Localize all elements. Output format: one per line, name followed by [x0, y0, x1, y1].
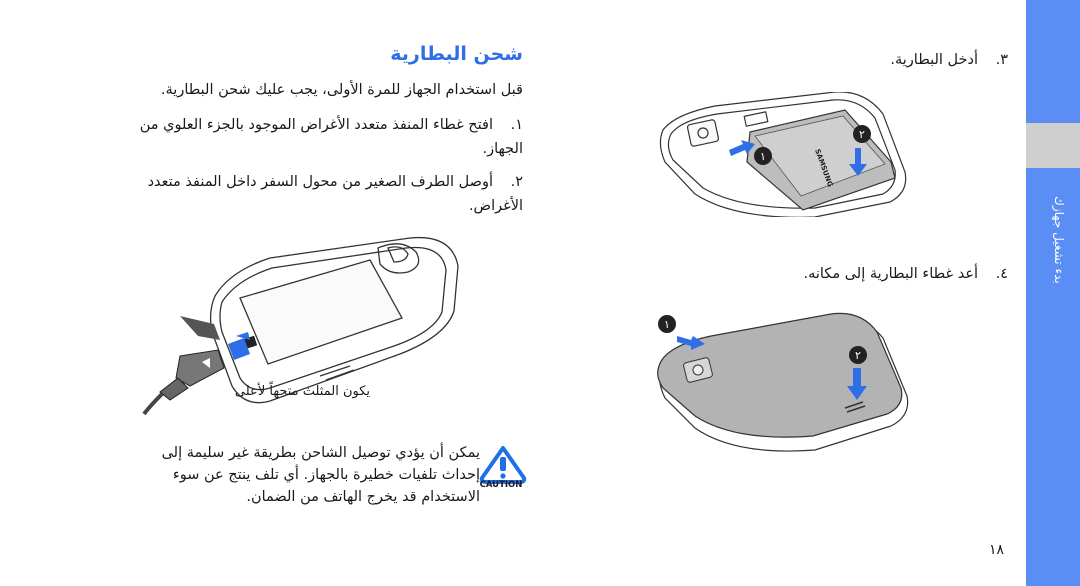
charger-cable: [142, 392, 164, 416]
page-number: ١٨: [988, 542, 1004, 558]
step-1: ١.افتح غطاء المنفذ متعدد الأغراض الموجود…: [110, 113, 523, 161]
battery-cover-illustration: ١ ٢: [657, 312, 909, 452]
caution-text: يمكن أن يؤدي توصيل الشاحن بطريقة غير سلي…: [161, 445, 480, 505]
svg-text:٢: ٢: [859, 128, 865, 141]
step-text: أعد غطاء البطارية إلى مكانه.: [803, 266, 978, 282]
charger-plug: [175, 349, 225, 387]
svg-text:١: ١: [760, 150, 766, 163]
step-3: ٣. أدخل البطارية.: [650, 48, 1008, 72]
charger-caption: يكون المثلث متجهاً لأعلى: [234, 384, 370, 399]
step-text: أوصل الطرف الصغير من محول السفر داخل الم…: [147, 174, 523, 214]
step-4: ٤. أعد غطاء البطارية إلى مكانه.: [650, 262, 1008, 286]
step-number: ١.: [510, 117, 523, 133]
phone-outline: [209, 236, 459, 404]
section-title: شحن البطارية: [390, 43, 523, 65]
port-cover: [180, 316, 220, 340]
caution-label: CAUTION: [479, 480, 523, 490]
step-number: ٤.: [995, 266, 1008, 282]
battery-insert-illustration: SAMSUNG ١ ٢: [659, 92, 907, 217]
side-tab-marker: [1026, 123, 1080, 168]
step-number: ٢.: [510, 174, 523, 190]
chapter-label: بدء تشغيل جهازك: [1052, 196, 1066, 284]
svg-text:٢: ٢: [855, 349, 861, 362]
svg-text:١: ١: [664, 318, 670, 331]
step-text: افتح غطاء المنفذ متعدد الأغراض الموجود ب…: [139, 117, 523, 157]
intro-text: قبل استخدام الجهاز للمرة الأولى، يجب علي…: [160, 82, 523, 98]
chapter-side-tab[interactable]: بدء تشغيل جهازك: [1026, 0, 1080, 586]
step-text: أدخل البطارية.: [890, 52, 978, 68]
step-2: ٢.أوصل الطرف الصغير من محول السفر داخل ا…: [110, 170, 523, 218]
step-number: ٣.: [995, 52, 1008, 68]
